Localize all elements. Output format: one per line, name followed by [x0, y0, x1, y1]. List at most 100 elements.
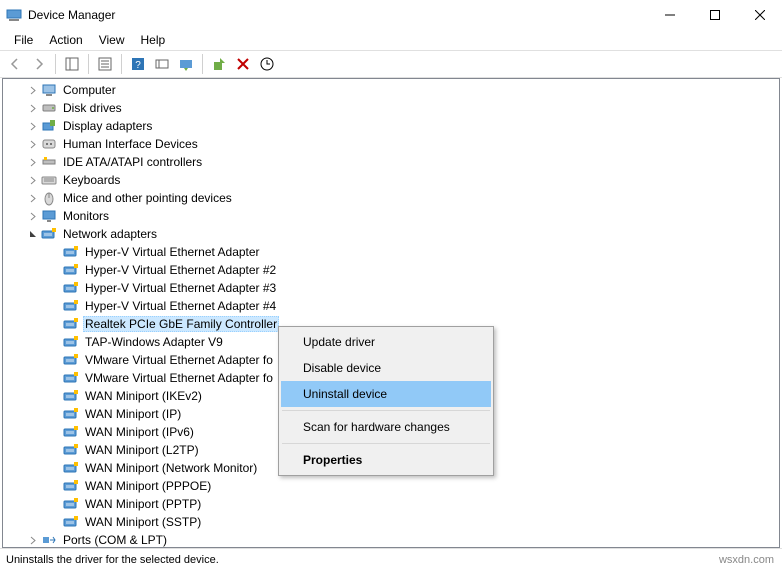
tree-item[interactable]: WAN Miniport (PPTP) — [3, 495, 779, 513]
network-icon — [63, 244, 79, 260]
tree-item[interactable]: WAN Miniport (PPPOE) — [3, 477, 779, 495]
category-label: Keyboards — [61, 173, 122, 187]
help-icon[interactable]: ? — [127, 53, 149, 75]
toolbar-icon[interactable] — [151, 53, 173, 75]
network-icon — [63, 478, 79, 494]
menu-action[interactable]: Action — [41, 31, 90, 49]
tree-category[interactable]: Computer — [3, 81, 779, 99]
network-icon — [41, 226, 57, 242]
expander-icon[interactable] — [25, 532, 41, 547]
expander-icon[interactable] — [25, 154, 41, 170]
network-icon — [63, 262, 79, 278]
expander-icon[interactable] — [25, 172, 41, 188]
category-label: Disk drives — [61, 101, 124, 115]
update-driver-icon[interactable] — [175, 53, 197, 75]
tree-item[interactable]: Hyper-V Virtual Ethernet Adapter — [3, 243, 779, 261]
back-button[interactable] — [4, 53, 26, 75]
tree-category[interactable]: Display adapters — [3, 117, 779, 135]
computer-icon — [41, 82, 57, 98]
network-icon — [63, 514, 79, 530]
network-icon — [63, 280, 79, 296]
maximize-button[interactable] — [692, 0, 737, 30]
ports-icon — [41, 532, 57, 547]
tree-item[interactable]: Hyper-V Virtual Ethernet Adapter #2 — [3, 261, 779, 279]
device-tree[interactable]: Computer Disk drives Display adapters Human… — [3, 79, 779, 547]
expander-icon[interactable] — [25, 226, 41, 242]
category-label: IDE ATA/ATAPI controllers — [61, 155, 204, 169]
device-label: VMware Virtual Ethernet Adapter fo — [83, 371, 275, 385]
category-label: Network adapters — [61, 227, 159, 241]
context-menu: Update driver Disable device Uninstall d… — [278, 326, 494, 476]
device-label: WAN Miniport (PPTP) — [83, 497, 203, 511]
scan-icon[interactable] — [256, 53, 278, 75]
title-bar: Device Manager — [0, 0, 782, 30]
mouse-icon — [41, 190, 57, 206]
forward-button[interactable] — [28, 53, 50, 75]
properties-button[interactable] — [94, 53, 116, 75]
ctx-scan-hardware[interactable]: Scan for hardware changes — [281, 414, 491, 440]
tree-category[interactable]: Human Interface Devices — [3, 135, 779, 153]
close-button[interactable] — [737, 0, 782, 30]
device-label: Hyper-V Virtual Ethernet Adapter — [83, 245, 262, 259]
tree-item[interactable]: Hyper-V Virtual Ethernet Adapter #4 — [3, 297, 779, 315]
expander-icon[interactable] — [25, 136, 41, 152]
network-icon — [63, 298, 79, 314]
tree-item[interactable]: Hyper-V Virtual Ethernet Adapter #3 — [3, 279, 779, 297]
device-label: TAP-Windows Adapter V9 — [83, 335, 225, 349]
network-icon — [63, 496, 79, 512]
expander-icon[interactable] — [25, 208, 41, 224]
category-label: Display adapters — [61, 119, 154, 133]
tree-category[interactable]: Mice and other pointing devices — [3, 189, 779, 207]
device-label: WAN Miniport (L2TP) — [83, 443, 201, 457]
ctx-properties[interactable]: Properties — [281, 447, 491, 473]
tree-category[interactable]: IDE ATA/ATAPI controllers — [3, 153, 779, 171]
minimize-button[interactable] — [647, 0, 692, 30]
ctx-disable-device[interactable]: Disable device — [281, 355, 491, 381]
monitor-icon — [41, 208, 57, 224]
network-icon — [63, 388, 79, 404]
toolbar-separator — [202, 54, 203, 74]
network-icon — [63, 334, 79, 350]
expander-icon[interactable] — [25, 100, 41, 116]
network-icon — [63, 424, 79, 440]
menu-view[interactable]: View — [91, 31, 133, 49]
tree-item[interactable]: WAN Miniport (SSTP) — [3, 513, 779, 531]
uninstall-icon[interactable] — [232, 53, 254, 75]
keyboard-icon — [41, 172, 57, 188]
network-icon — [63, 406, 79, 422]
menu-file[interactable]: File — [6, 31, 41, 49]
device-label: WAN Miniport (IP) — [83, 407, 183, 421]
tree-category[interactable]: Ports (COM & LPT) — [3, 531, 779, 547]
ctx-separator — [282, 443, 490, 444]
hid-icon — [41, 136, 57, 152]
device-label: WAN Miniport (PPPOE) — [83, 479, 213, 493]
device-label: Hyper-V Virtual Ethernet Adapter #2 — [83, 263, 278, 277]
app-icon — [6, 7, 22, 23]
toolbar: ? — [0, 50, 782, 78]
expander-icon[interactable] — [25, 190, 41, 206]
tree-category[interactable]: Monitors — [3, 207, 779, 225]
display-icon — [41, 118, 57, 134]
toolbar-separator — [55, 54, 56, 74]
show-hide-button[interactable] — [61, 53, 83, 75]
expander-icon[interactable] — [25, 118, 41, 134]
device-label: Hyper-V Virtual Ethernet Adapter #3 — [83, 281, 278, 295]
tree-category[interactable]: Network adapters — [3, 225, 779, 243]
toolbar-separator — [88, 54, 89, 74]
status-bar: Uninstalls the driver for the selected d… — [0, 548, 782, 570]
expander-icon[interactable] — [25, 82, 41, 98]
tree-category[interactable]: Disk drives — [3, 99, 779, 117]
category-label: Mice and other pointing devices — [61, 191, 234, 205]
device-label: Hyper-V Virtual Ethernet Adapter #4 — [83, 299, 278, 313]
menu-bar: File Action View Help — [0, 30, 782, 50]
ctx-update-driver[interactable]: Update driver — [281, 329, 491, 355]
ctx-uninstall-device[interactable]: Uninstall device — [281, 381, 491, 407]
tree-category[interactable]: Keyboards — [3, 171, 779, 189]
device-label: VMware Virtual Ethernet Adapter fo — [83, 353, 275, 367]
device-label: WAN Miniport (Network Monitor) — [83, 461, 259, 475]
enable-icon[interactable] — [208, 53, 230, 75]
status-text: Uninstalls the driver for the selected d… — [6, 554, 219, 566]
menu-help[interactable]: Help — [133, 31, 174, 49]
network-icon — [63, 442, 79, 458]
device-label: Realtek PCIe GbE Family Controller — [83, 316, 279, 332]
